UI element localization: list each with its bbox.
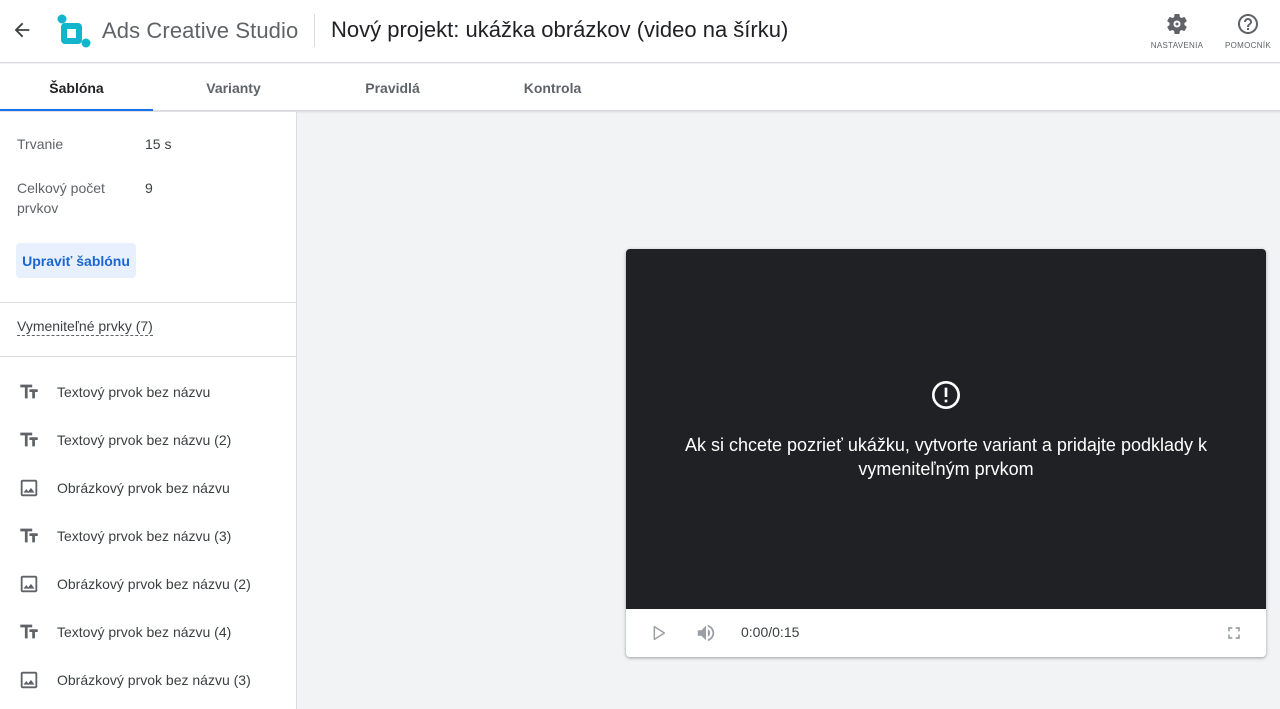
list-item[interactable]: Obrázkový prvok bez názvu (3): [0, 656, 296, 704]
help-label: POMOCNÍK: [1225, 41, 1271, 50]
play-button[interactable]: [646, 621, 670, 645]
back-arrow-icon[interactable]: [8, 16, 36, 44]
edit-template-button[interactable]: Upraviť šablónu: [16, 243, 136, 278]
project-title: Nový projekt: ukážka obrázkov (video na …: [331, 17, 789, 42]
list-item[interactable]: Textový prvok bez názvu (2): [0, 416, 296, 464]
element-label: Textový prvok bez názvu (3): [57, 528, 232, 544]
header-divider: [314, 14, 315, 47]
video-screen: Ak si chcete pozrieť ukážku, vytvorte va…: [626, 249, 1266, 609]
template-sidebar: Trvanie 15 s Celkový počet prvkov 9 Upra…: [0, 112, 297, 709]
element-label: Textový prvok bez názvu: [57, 384, 211, 400]
volume-icon: [697, 624, 715, 642]
tab-review[interactable]: Kontrola: [476, 64, 629, 111]
list-item[interactable]: Obrázkový prvok bez názvu (2): [0, 560, 296, 608]
sidebar-divider: [0, 302, 297, 303]
video-preview-player: Ak si chcete pozrieť ukážku, vytvorte va…: [626, 249, 1266, 657]
volume-button[interactable]: [694, 621, 718, 645]
element-label: Textový prvok bez názvu (2): [57, 432, 232, 448]
text-field-icon: [18, 381, 40, 403]
tab-template[interactable]: Šablóna: [0, 64, 153, 111]
settings-button[interactable]: NASTAVENIA: [1147, 12, 1207, 50]
total-elements-label: Celkový počet prvkov: [17, 180, 105, 216]
app-header: Ads Creative Studio Nový projekt: ukážka…: [0, 0, 1280, 63]
list-item[interactable]: Textový prvok bez názvu (3): [0, 512, 296, 560]
settings-label: NASTAVENIA: [1150, 41, 1204, 50]
play-icon: [653, 625, 666, 641]
text-field-icon: [18, 621, 40, 643]
ads-creative-studio-logo-icon: [57, 14, 91, 48]
duration-label: Trvanie: [17, 136, 64, 152]
tab-bar: Šablóna Varianty Pravidlá Kontrola: [0, 64, 1280, 111]
text-field-icon: [18, 429, 40, 451]
help-button[interactable]: POMOCNÍK: [1218, 12, 1278, 50]
tab-variants[interactable]: Varianty: [157, 64, 310, 111]
element-label: Textový prvok bez názvu (4): [57, 624, 232, 640]
image-icon: [18, 573, 40, 595]
playback-time: 0:00/0:15: [741, 624, 800, 640]
element-label: Obrázkový prvok bez názvu (3): [57, 672, 251, 688]
active-tab-indicator: [0, 109, 153, 111]
tab-rules[interactable]: Pravidlá: [316, 64, 469, 111]
fullscreen-icon: [1228, 627, 1240, 639]
list-item[interactable]: Textový prvok bez názvu (4): [0, 608, 296, 656]
gear-icon: [1167, 13, 1187, 34]
fullscreen-button[interactable]: [1222, 621, 1246, 645]
replaceable-elements-link[interactable]: Vymeniteľné prvky (7): [17, 318, 153, 336]
preview-message: Ak si chcete pozrieť ukážku, vytvorte va…: [685, 435, 1207, 479]
image-icon: [18, 669, 40, 691]
error-outline-icon: [932, 381, 960, 409]
element-label: Obrázkový prvok bez názvu (2): [57, 576, 251, 592]
list-item[interactable]: Obrázkový prvok bez názvu: [0, 464, 296, 512]
replaceable-elements-list: Textový prvok bez názvu Textový prvok be…: [0, 368, 296, 704]
app-name: Ads Creative Studio: [102, 18, 299, 43]
text-field-icon: [18, 525, 40, 547]
image-icon: [18, 477, 40, 499]
sidebar-divider: [0, 356, 297, 357]
duration-value: 15 s: [145, 136, 172, 152]
list-item[interactable]: Textový prvok bez názvu: [0, 368, 296, 416]
help-circle-icon: [1238, 14, 1258, 34]
player-controls: 0:00/0:15: [626, 609, 1266, 657]
element-label: Obrázkový prvok bez názvu: [57, 480, 230, 496]
total-elements-value: 9: [145, 180, 153, 196]
